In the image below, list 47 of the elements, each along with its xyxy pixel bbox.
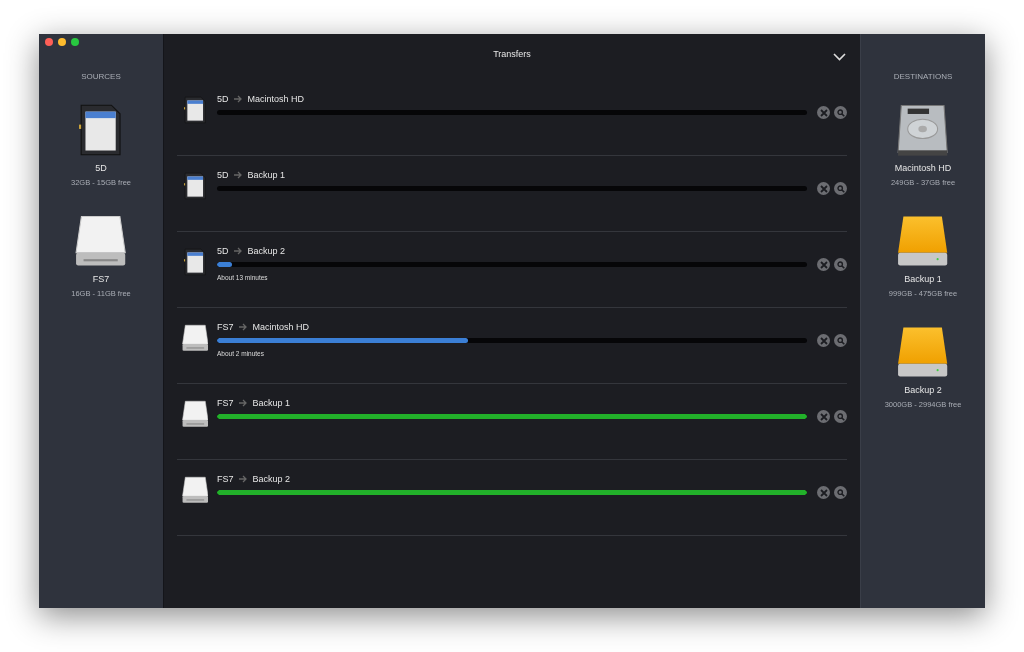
drive-icon[interactable] <box>897 325 949 379</box>
search-button[interactable] <box>834 486 847 499</box>
drive-icon[interactable] <box>897 214 949 268</box>
cancel-button[interactable] <box>817 486 830 499</box>
search-button[interactable] <box>834 410 847 423</box>
source-name: 5D <box>217 170 229 180</box>
cancel-button[interactable] <box>817 258 830 271</box>
cancel-button[interactable] <box>817 182 830 195</box>
arrow-icon <box>233 95 243 103</box>
window-title: Transfers <box>493 48 531 59</box>
section-heading: DESTINATIONS <box>893 72 953 81</box>
chevron-down-icon[interactable] <box>833 53 846 61</box>
search-button[interactable] <box>834 334 847 347</box>
drive-icon[interactable] <box>75 214 127 268</box>
volume-name: Backup 2 <box>904 385 942 395</box>
source-name: 5D <box>217 246 229 256</box>
destination-name: Macintosh HD <box>252 322 310 332</box>
destination-name: Backup 2 <box>247 246 286 256</box>
arrow-icon <box>238 399 248 407</box>
volume-name: Backup 1 <box>904 274 942 284</box>
arrow-icon <box>238 323 248 331</box>
arrow-icon <box>238 475 248 483</box>
section-heading: SOURCES <box>81 72 121 81</box>
destination-name: Backup 2 <box>252 474 291 484</box>
cancel-button[interactable] <box>817 334 830 347</box>
close-button[interactable] <box>45 38 53 46</box>
destination-name: Backup 1 <box>247 170 286 180</box>
minimize-button[interactable] <box>58 38 66 46</box>
source-name: FS7 <box>217 398 234 408</box>
sd-card-icon[interactable] <box>79 103 123 157</box>
hard-disk-icon[interactable] <box>897 103 949 157</box>
cancel-button[interactable] <box>817 410 830 423</box>
destination-name: Backup 1 <box>252 398 291 408</box>
volume-name: Macintosh HD <box>894 163 952 173</box>
volume-name: 5D <box>95 163 107 173</box>
volume-name: FS7 <box>92 274 110 284</box>
source-name: FS7 <box>217 322 234 332</box>
arrow-icon <box>233 171 243 179</box>
destination-name: Macintosh HD <box>247 94 305 104</box>
arrow-icon <box>233 247 243 255</box>
zoom-button[interactable] <box>71 38 79 46</box>
search-button[interactable] <box>834 182 847 195</box>
search-button[interactable] <box>834 258 847 271</box>
cancel-button[interactable] <box>817 106 830 119</box>
search-button[interactable] <box>834 106 847 119</box>
source-name: FS7 <box>217 474 234 484</box>
source-name: 5D <box>217 94 229 104</box>
